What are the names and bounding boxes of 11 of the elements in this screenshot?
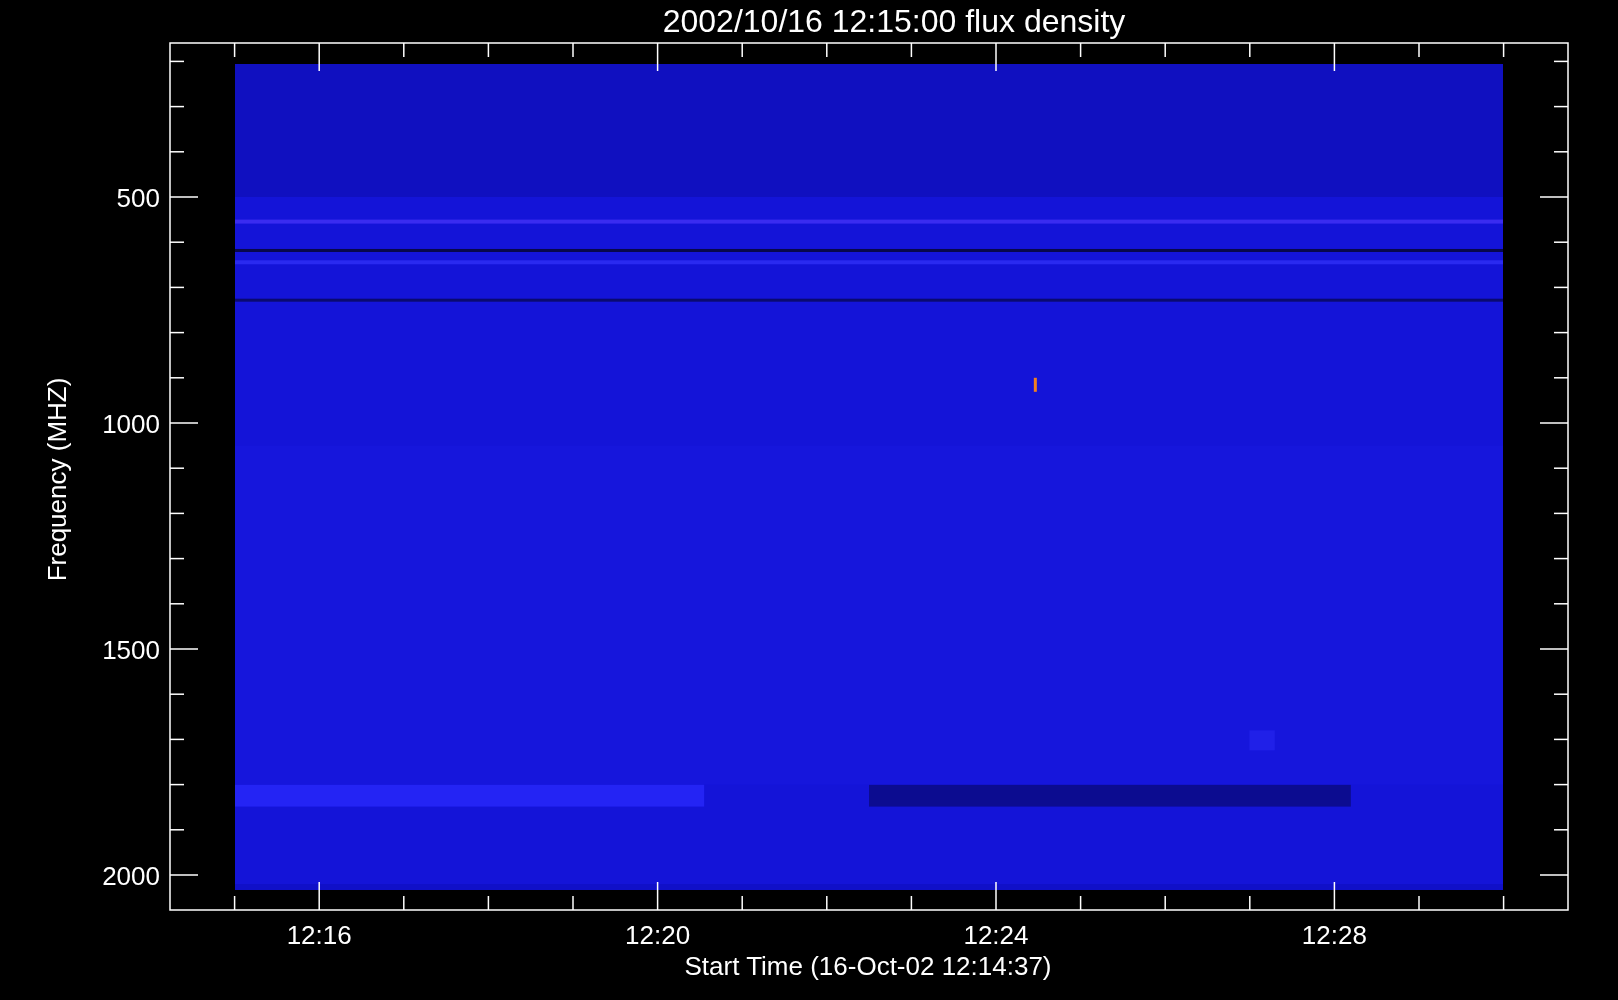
x-tick-label: 12:20 <box>625 920 691 950</box>
y-tick-label: 500 <box>116 183 160 213</box>
x-tick-label: 12:24 <box>963 920 1029 950</box>
y-tick-label: 1000 <box>102 409 160 439</box>
x-tick-label: 12:16 <box>286 920 352 950</box>
y-tick-label: 1500 <box>102 635 160 665</box>
x-tick-label: 12:28 <box>1301 920 1367 950</box>
y-axis-label: Frequency (MHZ) <box>42 377 72 582</box>
y-tick-label: 2000 <box>102 861 160 891</box>
x-axis-label: Start Time (16-Oct-02 12:14:37) <box>684 951 1052 981</box>
chart-title: 2002/10/16 12:15:00 flux density <box>662 3 1126 39</box>
